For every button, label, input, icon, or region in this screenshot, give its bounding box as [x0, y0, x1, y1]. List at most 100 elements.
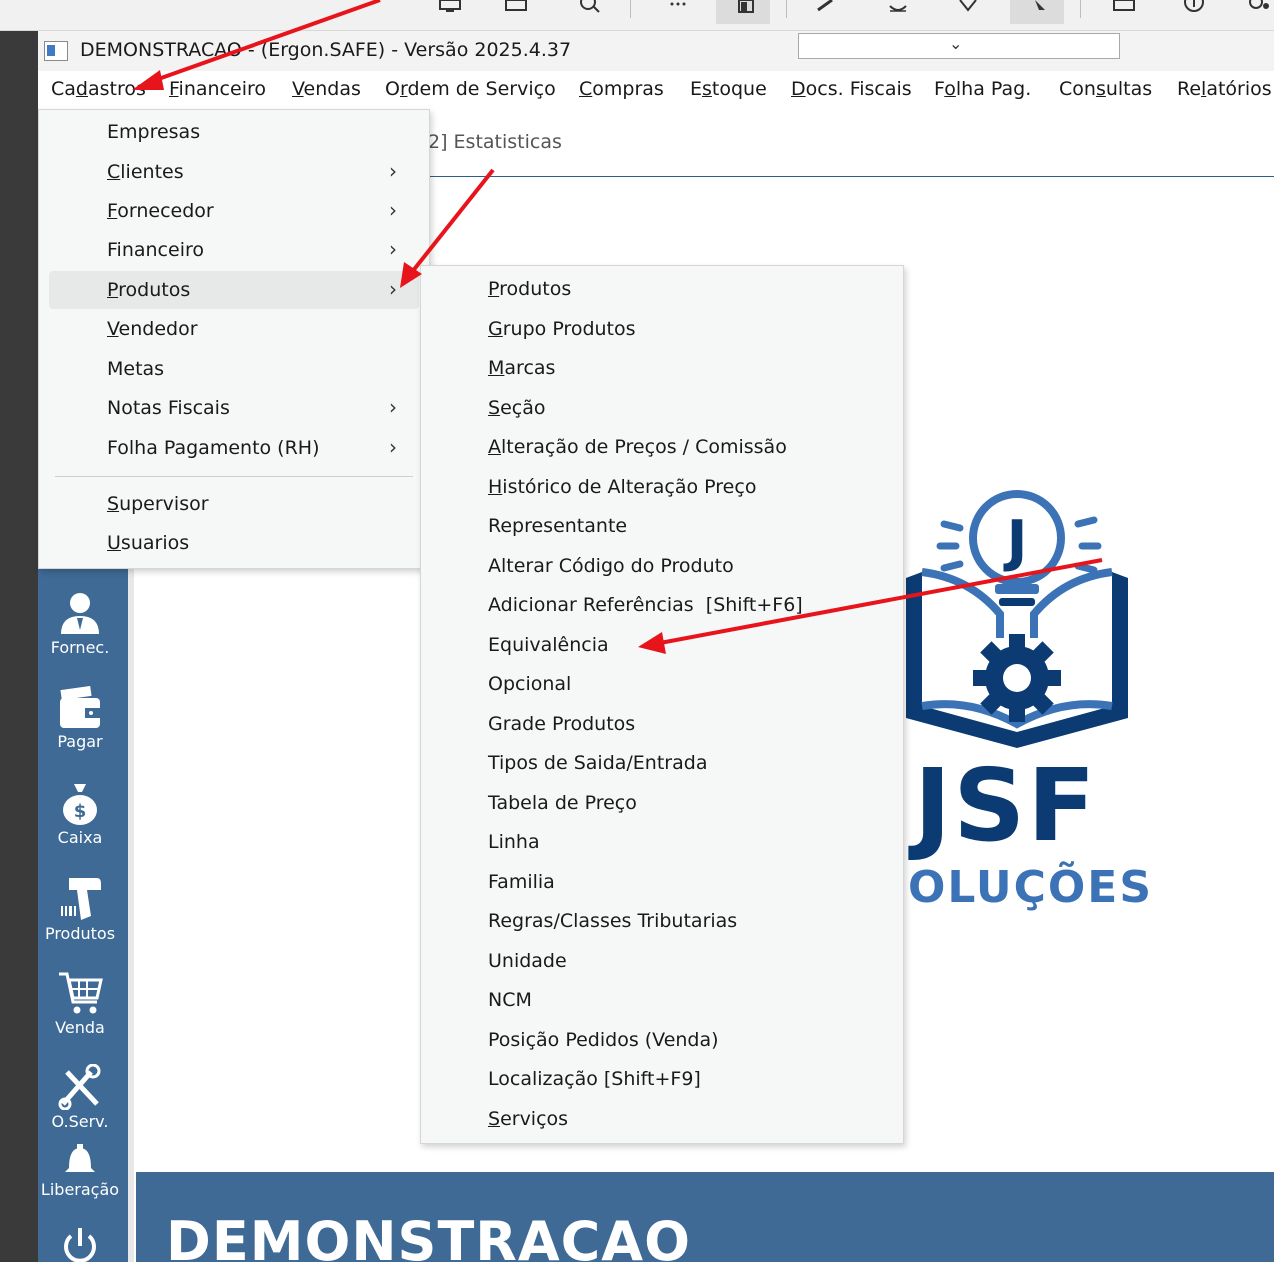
sidebar-item-label: Liberação — [40, 1180, 120, 1199]
menu-item-vendedor[interactable]: Vendedor — [39, 310, 429, 348]
chevron-right-icon: › — [389, 237, 397, 261]
cadastros-menu: Empresas Clientes › Fornecedor › Finance… — [38, 109, 430, 569]
menu-item-folha-pagamento[interactable]: Folha Pagamento (RH) › — [39, 429, 429, 467]
company-select[interactable]: ⌄ — [798, 33, 1120, 59]
keyboard-icon[interactable] — [1106, 0, 1142, 24]
grip-icon[interactable] — [660, 0, 696, 24]
menu-cadastros[interactable]: Cadastros — [51, 78, 146, 100]
window-titlebar: DEMONSTRACAO - (Ergon.SAFE) - Versão 202… — [38, 31, 1274, 71]
sidebar-item-label: O.Serv. — [51, 1112, 109, 1131]
submenu-item-marcas[interactable]: Marcas — [421, 349, 903, 387]
desktop-edge — [0, 31, 38, 1262]
sidebar-item-fornec[interactable]: Fornec. — [38, 590, 122, 657]
menu-item-notas-fiscais[interactable]: Notas Fiscais › — [39, 389, 429, 427]
chevron-right-icon: › — [389, 395, 397, 419]
panel-icon[interactable] — [716, 0, 770, 24]
menu-docs-fiscais[interactable]: Docs. Fiscais — [791, 78, 912, 100]
menu-item-produtos[interactable]: Produtos › — [49, 271, 419, 309]
sidebar-item-label: Pagar — [57, 732, 103, 751]
logo-letter: J — [1003, 509, 1028, 574]
submenu-item-grade-produtos[interactable]: Grade Produtos — [421, 705, 903, 743]
sidebar-item-label: Fornec. — [50, 638, 110, 657]
menu-compras[interactable]: Compras — [579, 78, 664, 100]
submenu-item-tabela-preco[interactable]: Tabela de Preço — [421, 784, 903, 822]
submenu-item-equivalencia[interactable]: Equivalência — [421, 626, 903, 664]
pointer-icon[interactable] — [1010, 0, 1064, 24]
monitor-icon[interactable] — [432, 0, 468, 24]
menu-item-clientes[interactable]: Clientes › — [39, 153, 429, 191]
sidebar-item-produtos[interactable]: Produtos — [38, 876, 122, 943]
logo-tagline: OLUÇÕES — [908, 862, 1154, 913]
menu-folha-pag[interactable]: Folha Pag. — [934, 78, 1031, 100]
toolbar-separator — [786, 0, 787, 18]
menu-relatorios[interactable]: Relatórios — [1177, 78, 1272, 100]
menu-vendas[interactable]: Vendas — [292, 78, 361, 100]
chevron-right-icon: › — [389, 159, 397, 183]
submenu-item-unidade[interactable]: Unidade — [421, 942, 903, 980]
person-icon — [61, 593, 99, 634]
menu-item-supervisor[interactable]: Supervisor — [39, 485, 429, 523]
chevron-right-icon: › — [389, 277, 397, 301]
app-icon — [44, 41, 68, 61]
menu-estoque[interactable]: Estoque — [690, 78, 767, 100]
toolbar-separator — [630, 0, 631, 18]
window-icon[interactable] — [498, 0, 534, 24]
submenu-item-secao[interactable]: Seção — [421, 389, 903, 427]
svg-text:$: $ — [74, 801, 87, 822]
company-name: DEMONSTRACAO — [166, 1210, 691, 1273]
sidebar-item-label: Produtos — [44, 924, 116, 943]
submenu-item-regras-classes[interactable]: Regras/Classes Tributarias — [421, 902, 903, 940]
bell-icon — [65, 1144, 95, 1172]
menu-item-usuarios[interactable]: Usuarios — [39, 524, 429, 562]
menu-consultas[interactable]: Consultas — [1059, 78, 1152, 100]
submenu-item-familia[interactable]: Familia — [421, 863, 903, 901]
company-banner: DEMONSTRACAO — [136, 1172, 1274, 1273]
submenu-item-adicionar-referencias[interactable]: Adicionar Referências [Shift+F6] — [421, 586, 903, 624]
menu-financeiro[interactable]: Financeiro — [169, 78, 266, 100]
settings-icon[interactable] — [1240, 0, 1274, 24]
submenu-item-linha[interactable]: Linha — [421, 823, 903, 861]
check-icon[interactable] — [950, 0, 986, 24]
lightbulb-book-icon: J — [906, 490, 1128, 748]
eraser-icon[interactable] — [880, 0, 916, 24]
sidebar: Fornec. Pagar $ Caixa Produtos Venda O.S… — [38, 560, 128, 1263]
power-icon — [64, 1228, 96, 1263]
sidebar-item-pagar[interactable]: Pagar — [38, 686, 122, 751]
menu-item-metas[interactable]: Metas — [39, 350, 429, 388]
info-icon[interactable] — [1176, 0, 1212, 24]
produtos-submenu: Produtos Grupo Produtos Marcas Seção Alt… — [420, 265, 904, 1144]
sidebar-item-power[interactable] — [38, 1224, 122, 1266]
submenu-item-historico-alteracao[interactable]: Histórico de Alteração Preço — [421, 468, 903, 506]
chevron-down-icon: ⌄ — [949, 34, 963, 53]
pen-icon[interactable] — [808, 0, 844, 24]
sidebar-item-caixa[interactable]: $ Caixa — [38, 782, 122, 847]
tab-estatisticas[interactable]: 2] Estatisticas — [428, 131, 562, 153]
submenu-item-localizacao[interactable]: Localização [Shift+F9] — [421, 1060, 903, 1098]
submenu-item-servicos[interactable]: Serviços — [421, 1100, 903, 1138]
submenu-item-representante[interactable]: Representante — [421, 507, 903, 545]
tab-divider — [428, 176, 1274, 177]
submenu-item-alterar-codigo[interactable]: Alterar Código do Produto — [421, 547, 903, 585]
submenu-item-produtos[interactable]: Produtos — [421, 270, 903, 308]
submenu-item-ncm[interactable]: NCM — [421, 981, 903, 1019]
wallet-icon — [60, 686, 100, 728]
tools-icon — [58, 1064, 101, 1110]
submenu-item-grupo-produtos[interactable]: Grupo Produtos — [421, 310, 903, 348]
cart-icon — [59, 972, 103, 1014]
submenu-item-tipos-saida-entrada[interactable]: Tipos de Saida/Entrada — [421, 744, 903, 782]
sidebar-item-oserv[interactable]: O.Serv. — [38, 1064, 122, 1131]
menu-ordem-servico[interactable]: Ordem de Serviço — [385, 78, 556, 100]
menu-item-empresas[interactable]: Empresas — [39, 113, 429, 151]
sidebar-item-venda[interactable]: Venda — [38, 970, 122, 1037]
submenu-item-alteracao-precos[interactable]: Alteração de Preços / Comissão — [421, 428, 903, 466]
submenu-item-opcional[interactable]: Opcional — [421, 665, 903, 703]
money-bag-icon: $ — [63, 784, 97, 825]
menu-separator — [55, 476, 413, 477]
menu-item-fornecedor[interactable]: Fornecedor › — [39, 192, 429, 230]
zoom-icon[interactable] — [570, 0, 606, 24]
barcode-scanner-icon — [61, 878, 101, 920]
submenu-item-posicao-pedidos[interactable]: Posição Pedidos (Venda) — [421, 1021, 903, 1059]
sidebar-item-label: Venda — [55, 1018, 105, 1037]
sidebar-item-liberacao[interactable]: Liberação — [38, 1142, 122, 1199]
menu-item-financeiro[interactable]: Financeiro › — [39, 231, 429, 269]
